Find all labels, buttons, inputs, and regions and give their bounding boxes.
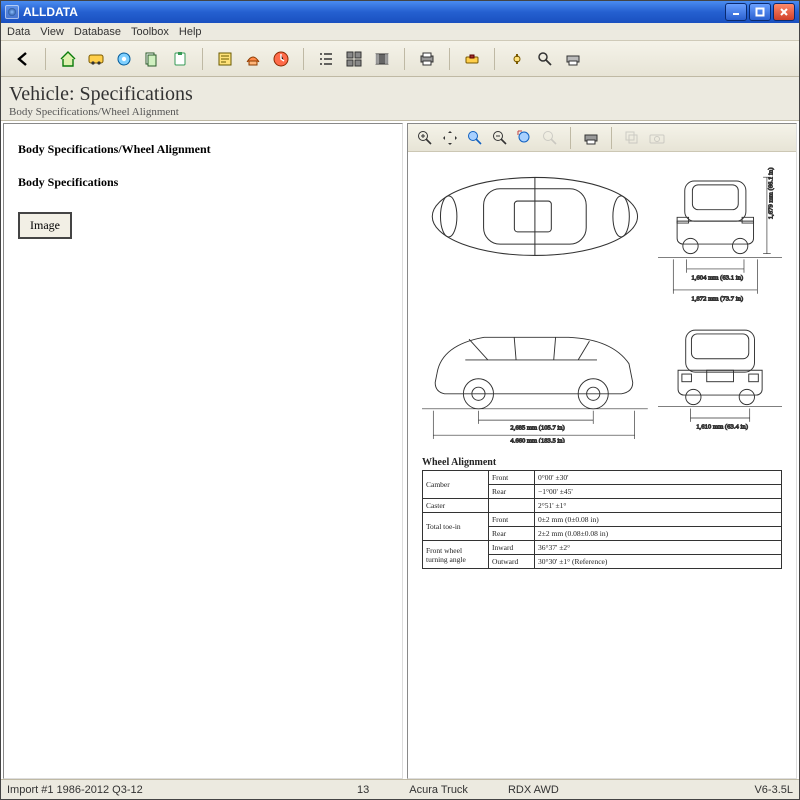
zoom-out-icon[interactable] <box>489 127 511 149</box>
film-icon[interactable] <box>370 47 394 71</box>
wheel-alignment-title: Wheel Alignment <box>422 457 782 468</box>
tsb-icon[interactable] <box>213 47 237 71</box>
table-cell-value: 30°30' ±1° (Reference) <box>535 555 782 569</box>
menu-data[interactable]: Data <box>7 26 30 38</box>
table-cell-value: 2°51' ±1° <box>535 499 782 513</box>
part-icon[interactable] <box>112 47 136 71</box>
table-cell-value: 0±2 mm (0±0.08 in) <box>535 513 782 527</box>
status-bar: Import #1 1986-2012 Q3-12 13 Acura Truck… <box>1 779 799 799</box>
back-button[interactable] <box>11 47 35 71</box>
dtc-icon[interactable] <box>241 47 265 71</box>
table-row: Front wheel turning angleInward36°37' ±2… <box>423 541 782 555</box>
close-button[interactable] <box>773 3 795 21</box>
table-cell-sublabel: Outward <box>489 555 535 569</box>
camera-icon[interactable] <box>646 127 668 149</box>
table-cell-sublabel: Front <box>489 471 535 485</box>
print2-icon[interactable] <box>561 47 585 71</box>
table-cell-label: Total toe-in <box>423 513 489 541</box>
car-top-view <box>422 160 648 305</box>
svg-text:1,679 mm (66.1 in): 1,679 mm (66.1 in) <box>767 168 774 220</box>
car-front-view: 1,679 mm (66.1 in) 1,604 mm (63.1 in) <box>658 160 782 305</box>
status-code: 13 <box>357 784 369 796</box>
status-engine: V6-3.5L <box>754 784 793 796</box>
print-icon[interactable] <box>415 47 439 71</box>
section-heading: Body Specifications/Wheel Alignment <box>18 142 388 157</box>
clipboard-icon[interactable] <box>168 47 192 71</box>
table-row: Caster 2°51' ±1° <box>423 499 782 513</box>
home-icon[interactable] <box>56 47 80 71</box>
labor-icon[interactable] <box>269 47 293 71</box>
maximize-button[interactable] <box>749 3 771 21</box>
table-cell-value: −1°00' ±45' <box>535 485 782 499</box>
content-area: Body Specifications/Wheel Alignment Body… <box>1 121 799 781</box>
status-make: Acura Truck <box>409 784 468 796</box>
table-cell-sublabel: Rear <box>489 485 535 499</box>
four-view-icon[interactable] <box>342 47 366 71</box>
navigation-pane: Body Specifications/Wheel Alignment Body… <box>3 123 403 779</box>
table-cell-value: 36°37' ±2° <box>535 541 782 555</box>
section-header: Vehicle: Specifications Body Specificati… <box>1 77 799 121</box>
diagram: 1,679 mm (66.1 in) 1,604 mm (63.1 in) <box>408 152 796 778</box>
zoom-region-icon[interactable] <box>464 127 486 149</box>
svg-text:1,604 mm (63.1 in): 1,604 mm (63.1 in) <box>691 274 743 281</box>
breadcrumb: Body Specifications/Wheel Alignment <box>9 106 791 118</box>
docs-icon[interactable] <box>140 47 164 71</box>
menu-toolbox[interactable]: Toolbox <box>131 26 169 38</box>
toolbar-main <box>1 41 799 77</box>
window-title: ALLDATA <box>23 5 78 19</box>
window-titlebar: ALLDATA <box>1 1 799 23</box>
zoom-reset-icon[interactable] <box>539 127 561 149</box>
tools-icon[interactable] <box>460 47 484 71</box>
table-cell-label: Front wheel turning angle <box>423 541 489 569</box>
pan-icon[interactable] <box>439 127 461 149</box>
car-rear-view: 1,610 mm (63.4 in) <box>658 311 782 447</box>
table-cell-label: Caster <box>423 499 489 513</box>
menu-view[interactable]: View <box>40 26 64 38</box>
search-icon[interactable] <box>533 47 557 71</box>
status-database: Import #1 1986-2012 Q3-12 <box>7 784 317 796</box>
table-row: Total toe-inFront0±2 mm (0±0.08 in) <box>423 513 782 527</box>
print-image-icon[interactable] <box>580 127 602 149</box>
svg-text:1,872 mm (73.7 in): 1,872 mm (73.7 in) <box>691 295 743 302</box>
wheel-alignment-table: CamberFront0°00' ±30'Rear−1°00' ±45'Cast… <box>422 470 782 569</box>
menu-bar: Data View Database Toolbox Help <box>1 23 799 41</box>
vehicle-select-icon[interactable] <box>84 47 108 71</box>
image-button[interactable]: Image <box>18 212 72 239</box>
zoom-fit-icon[interactable] <box>514 127 536 149</box>
svg-text:2,685 mm (105.7 in): 2,685 mm (105.7 in) <box>510 425 564 432</box>
list-view-icon[interactable] <box>314 47 338 71</box>
table-cell-value: 2±2 mm (0.08±0.08 in) <box>535 527 782 541</box>
copy-image-icon[interactable] <box>621 127 643 149</box>
table-cell-sublabel: Rear <box>489 527 535 541</box>
menu-help[interactable]: Help <box>179 26 202 38</box>
section-subheading: Body Specifications <box>18 175 388 190</box>
table-cell-label: Camber <box>423 471 489 499</box>
zoom-in-icon[interactable] <box>414 127 436 149</box>
status-model: RDX AWD <box>508 784 559 796</box>
image-toolbar <box>408 124 796 152</box>
table-cell-sublabel: Inward <box>489 541 535 555</box>
help-icon[interactable] <box>505 47 529 71</box>
page-title: Vehicle: Specifications <box>9 83 791 106</box>
car-side-view: 2,685 mm (105.7 in) 4,660 mm (183.5 in) <box>422 311 648 447</box>
table-row: CamberFront0°00' ±30' <box>423 471 782 485</box>
svg-text:4,660 mm (183.5 in): 4,660 mm (183.5 in) <box>510 438 564 443</box>
table-cell-value: 0°00' ±30' <box>535 471 782 485</box>
minimize-button[interactable] <box>725 3 747 21</box>
table-cell-sublabel: Front <box>489 513 535 527</box>
menu-database[interactable]: Database <box>74 26 121 38</box>
image-pane: 1,679 mm (66.1 in) 1,604 mm (63.1 in) <box>407 123 797 779</box>
svg-text:1,610 mm (63.4 in): 1,610 mm (63.4 in) <box>696 424 748 431</box>
app-icon <box>5 5 19 19</box>
